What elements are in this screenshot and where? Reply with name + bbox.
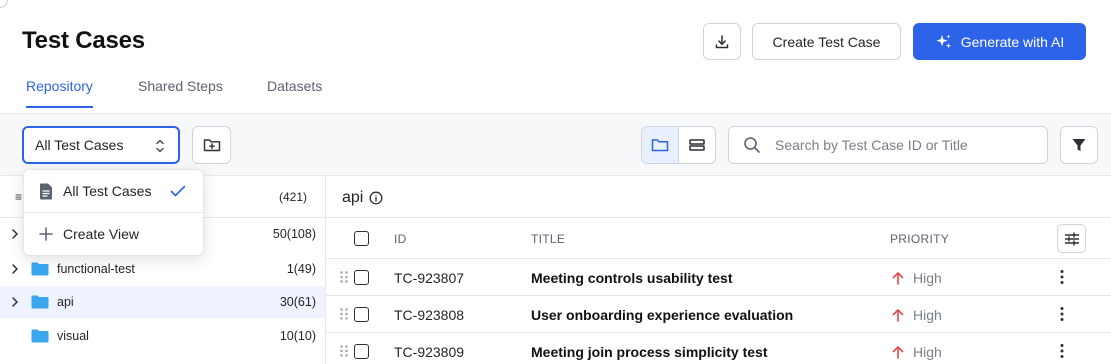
download-icon [715, 34, 729, 48]
dropdown-item-create-view[interactable]: Create View [24, 213, 203, 255]
tab-repository[interactable]: Repository [26, 78, 93, 108]
checkmark-icon [170, 185, 186, 197]
folder-title-text: api [342, 189, 364, 206]
download-button[interactable] [703, 23, 741, 60]
create-test-case-button[interactable]: Create Test Case [752, 23, 901, 60]
priority-label: High [913, 344, 942, 360]
drag-handle-icon[interactable] [339, 270, 349, 284]
page-title: Test Cases [22, 27, 145, 54]
arrow-up-icon [892, 272, 904, 285]
select-all-checkbox[interactable] [354, 231, 369, 246]
add-folder-button[interactable] [192, 126, 231, 164]
column-header-title[interactable]: TITLE [531, 232, 565, 246]
row-checkbox[interactable] [354, 307, 369, 322]
info-icon[interactable] [369, 191, 383, 205]
folder-count: 50(108) [272, 227, 316, 241]
generate-with-ai-label: Generate with AI [960, 33, 1065, 50]
folder-name: functional-test [57, 262, 135, 276]
table-header: ID TITLE PRIORITY [326, 217, 1111, 259]
table-row[interactable]: TC-923807 Meeting controls usability tes… [326, 259, 1111, 296]
test-case-list: api ID TITLE PRIORITY TC-923807 Meeting … [326, 176, 1111, 364]
priority-label: High [913, 307, 942, 323]
dropdown-item-label: All Test Cases [63, 183, 152, 199]
row-checkbox[interactable] [354, 344, 369, 359]
tab-shared-steps[interactable]: Shared Steps [138, 78, 223, 108]
chevron-right-icon[interactable] [10, 262, 20, 276]
chevron-up-down-icon [156, 139, 164, 153]
test-case-id[interactable]: TC-923808 [394, 307, 464, 323]
filter-icon [1072, 139, 1086, 151]
priority-cell: High [892, 307, 942, 323]
rows-icon [689, 139, 705, 151]
test-case-id[interactable]: TC-923807 [394, 270, 464, 286]
table-row[interactable]: TC-923808 User onboarding experience eva… [326, 296, 1111, 333]
toolbar: All Test Cases [0, 114, 1111, 176]
folder-view-button[interactable] [642, 127, 679, 163]
view-select-value: All Test Cases [35, 137, 124, 153]
more-options-icon[interactable] [1059, 269, 1065, 285]
test-case-title[interactable]: Meeting join process simplicity test [531, 344, 768, 360]
total-count: (421) [278, 190, 307, 204]
arrow-up-icon [892, 309, 904, 322]
view-mode-toggle [641, 126, 716, 164]
test-case-title[interactable]: User onboarding experience evaluation [531, 307, 793, 323]
chevron-right-icon[interactable] [10, 227, 20, 241]
list-view-button[interactable] [679, 127, 716, 163]
search-input[interactable] [775, 137, 1025, 153]
priority-label: High [913, 270, 942, 286]
column-header-priority[interactable]: PRIORITY [890, 232, 949, 246]
folder-icon [31, 329, 49, 343]
row-checkbox[interactable] [354, 270, 369, 285]
priority-cell: High [892, 344, 942, 360]
plus-icon [39, 227, 53, 241]
chevron-right-icon[interactable] [10, 295, 20, 309]
table-row[interactable]: TC-923809 Meeting join process simplicit… [326, 333, 1111, 364]
dropdown-item-all-test-cases[interactable]: All Test Cases [24, 170, 203, 212]
test-case-title[interactable]: Meeting controls usability test [531, 270, 732, 286]
view-select[interactable]: All Test Cases [22, 126, 180, 164]
more-options-icon[interactable] [1059, 306, 1065, 322]
folder-name: visual [57, 329, 89, 343]
drag-handle-icon[interactable] [339, 344, 349, 358]
folder-count: 1(49) [286, 262, 316, 276]
sparkle-icon [936, 34, 951, 48]
tab-datasets[interactable]: Datasets [267, 78, 322, 108]
folder-count: 10(10) [279, 329, 316, 343]
folder-name: api [57, 295, 74, 309]
document-icon [40, 183, 52, 200]
column-header-id[interactable]: ID [394, 232, 407, 246]
sort-icon[interactable]: ≡ [15, 190, 22, 204]
corner-indicator [0, 0, 8, 8]
folder-icon [31, 295, 49, 309]
folder-row-visual[interactable]: visual 10(10) [0, 320, 325, 352]
priority-cell: High [892, 270, 942, 286]
more-options-icon[interactable] [1059, 343, 1065, 359]
generate-with-ai-button[interactable]: Generate with AI [913, 23, 1086, 60]
column-settings-button[interactable] [1057, 224, 1086, 253]
folder-count: 30(61) [279, 295, 316, 309]
filter-button[interactable] [1060, 126, 1098, 164]
folder-plus-icon [203, 139, 220, 152]
arrow-up-icon [892, 346, 904, 359]
search-box [728, 126, 1048, 164]
test-case-id[interactable]: TC-923809 [394, 344, 464, 360]
view-dropdown-menu: All Test Cases Create View [23, 169, 204, 256]
drag-handle-icon[interactable] [339, 307, 349, 321]
tab-bar: Repository Shared Steps Datasets [0, 60, 1111, 114]
search-icon [744, 137, 760, 153]
folder-icon [651, 139, 668, 152]
sliders-icon [1064, 231, 1079, 246]
dropdown-item-label: Create View [63, 226, 140, 242]
folder-row-functional-test[interactable]: functional-test 1(49) [0, 253, 325, 285]
current-folder-title: api [342, 189, 383, 207]
folder-icon [31, 262, 49, 276]
folder-row-api[interactable]: api 30(61) [0, 286, 325, 318]
